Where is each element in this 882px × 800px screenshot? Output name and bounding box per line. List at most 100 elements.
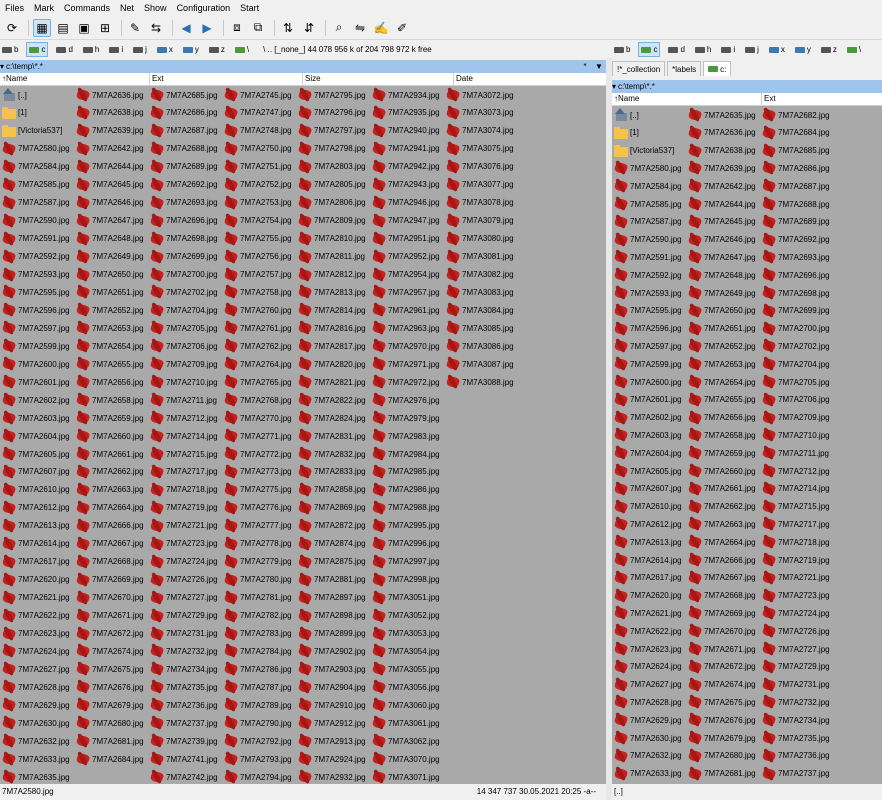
file-entry[interactable]: 7M7A2934.jpg: [372, 86, 440, 104]
file-entry[interactable]: 7M7A2617.jpg: [614, 569, 682, 587]
left-path-bar[interactable]: ▾ c:\temp\*.* * ▼: [0, 60, 606, 73]
file-entry[interactable]: 7M7A2705.jpg: [762, 373, 830, 391]
file-entry[interactable]: 7M7A2590.jpg: [614, 231, 682, 249]
filter-button[interactable]: *: [578, 62, 592, 71]
file-entry[interactable]: 7M7A2664.jpg: [76, 499, 144, 517]
file-entry[interactable]: 7M7A2650.jpg: [688, 302, 756, 320]
file-entry[interactable]: 7M7A2947.jpg: [372, 212, 440, 230]
file-entry[interactable]: 7M7A2620.jpg: [614, 587, 682, 605]
file-entry[interactable]: 7M7A2580.jpg: [2, 140, 70, 158]
file-entry[interactable]: 7M7A2674.jpg: [76, 642, 144, 660]
file-entry[interactable]: 7M7A2753.jpg: [224, 194, 292, 212]
header-name[interactable]: ↑Name: [612, 93, 762, 105]
file-entry[interactable]: 7M7A2635.jpg: [2, 768, 70, 784]
file-entry[interactable]: 7M7A2792.jpg: [224, 732, 292, 750]
file-entry[interactable]: 7M7A2710.jpg: [762, 426, 830, 444]
file-entry[interactable]: 7M7A2794.jpg: [224, 768, 292, 784]
file-entry[interactable]: 7M7A3081.jpg: [446, 248, 514, 266]
file-entry[interactable]: 7M7A2715.jpg: [762, 498, 830, 516]
file-entry[interactable]: 7M7A2632.jpg: [614, 747, 682, 765]
file-entry[interactable]: 7M7A2645.jpg: [76, 176, 144, 194]
file-entry[interactable]: 7M7A3053.jpg: [372, 625, 440, 643]
file-entry[interactable]: 7M7A2726.jpg: [762, 622, 830, 640]
file-entry[interactable]: 7M7A2731.jpg: [150, 625, 218, 643]
file-entry[interactable]: 7M7A2596.jpg: [2, 301, 70, 319]
file-entry[interactable]: 7M7A2696.jpg: [150, 212, 218, 230]
file-entry[interactable]: 7M7A2912.jpg: [298, 714, 366, 732]
file-entry[interactable]: 7M7A3084.jpg: [446, 301, 514, 319]
thumbnails-icon[interactable]: ▣: [75, 19, 93, 37]
file-entry[interactable]: 7M7A2714.jpg: [150, 427, 218, 445]
file-entry[interactable]: 7M7A2639.jpg: [76, 122, 144, 140]
search-icon[interactable]: ⌕: [330, 19, 348, 37]
file-entry[interactable]: 7M7A2735.jpg: [150, 678, 218, 696]
file-entry[interactable]: 7M7A2706.jpg: [150, 337, 218, 355]
file-entry[interactable]: 7M7A2680.jpg: [688, 747, 756, 765]
tree-icon[interactable]: ⊞: [96, 19, 114, 37]
file-entry[interactable]: 7M7A2781.jpg: [224, 589, 292, 607]
file-entry[interactable]: 7M7A2986.jpg: [372, 481, 440, 499]
file-entry[interactable]: 7M7A2679.jpg: [76, 696, 144, 714]
file-entry[interactable]: 7M7A2881.jpg: [298, 571, 366, 589]
file-entry[interactable]: 7M7A3071.jpg: [372, 768, 440, 784]
file-entry[interactable]: 7M7A2600.jpg: [2, 355, 70, 373]
drive-button-h[interactable]: h: [693, 42, 713, 57]
file-entry[interactable]: 7M7A2783.jpg: [224, 625, 292, 643]
file-entry[interactable]: 7M7A2645.jpg: [688, 213, 756, 231]
file-entry[interactable]: 7M7A2790.jpg: [224, 714, 292, 732]
file-entry[interactable]: 7M7A2602.jpg: [614, 409, 682, 427]
menu-start[interactable]: Start: [235, 0, 264, 16]
drive-button-x[interactable]: x: [767, 42, 787, 57]
file-entry[interactable]: 7M7A2676.jpg: [688, 711, 756, 729]
file-entry[interactable]: 7M7A2739.jpg: [150, 732, 218, 750]
file-entry[interactable]: 7M7A2647.jpg: [688, 248, 756, 266]
file-entry[interactable]: 7M7A2817.jpg: [298, 337, 366, 355]
file-entry[interactable]: 7M7A3051.jpg: [372, 589, 440, 607]
file-entry[interactable]: 7M7A2610.jpg: [2, 481, 70, 499]
file-entry[interactable]: 7M7A2747.jpg: [224, 104, 292, 122]
file-entry[interactable]: 7M7A3054.jpg: [372, 642, 440, 660]
file-entry[interactable]: 7M7A2680.jpg: [76, 714, 144, 732]
file-entry[interactable]: 7M7A2724.jpg: [150, 553, 218, 571]
file-entry[interactable]: 7M7A3085.jpg: [446, 319, 514, 337]
file-entry[interactable]: 7M7A2666.jpg: [688, 551, 756, 569]
file-entry[interactable]: 7M7A2614.jpg: [614, 551, 682, 569]
file-entry[interactable]: 7M7A2745.jpg: [224, 86, 292, 104]
file-entry[interactable]: 7M7A2872.jpg: [298, 517, 366, 535]
file-entry[interactable]: 7M7A2732.jpg: [762, 693, 830, 711]
file-entry[interactable]: 7M7A2793.jpg: [224, 750, 292, 768]
file-entry[interactable]: 7M7A2970.jpg: [372, 337, 440, 355]
file-entry[interactable]: 7M7A2932.jpg: [298, 768, 366, 784]
unpack-icon[interactable]: ⧉: [249, 19, 267, 37]
file-entry[interactable]: 7M7A2613.jpg: [2, 517, 70, 535]
file-entry[interactable]: 7M7A2874.jpg: [298, 535, 366, 553]
file-entry[interactable]: 7M7A2612.jpg: [614, 515, 682, 533]
drive-button-i[interactable]: i: [107, 42, 125, 57]
history-dropdown-button[interactable]: ▼: [592, 62, 606, 71]
file-entry[interactable]: 7M7A3056.jpg: [372, 678, 440, 696]
file-entry[interactable]: 7M7A2820.jpg: [298, 355, 366, 373]
file-entry[interactable]: 7M7A2729.jpg: [762, 658, 830, 676]
file-entry[interactable]: 7M7A2904.jpg: [298, 678, 366, 696]
file-entry[interactable]: 7M7A2674.jpg: [688, 676, 756, 694]
file-entry[interactable]: 7M7A2777.jpg: [224, 517, 292, 535]
file-entry[interactable]: 7M7A2899.jpg: [298, 625, 366, 643]
file-entry[interactable]: 7M7A2653.jpg: [76, 319, 144, 337]
file-entry[interactable]: 7M7A2656.jpg: [76, 373, 144, 391]
file-entry[interactable]: 7M7A2778.jpg: [224, 535, 292, 553]
file-entry[interactable]: 7M7A2971.jpg: [372, 355, 440, 373]
file-entry[interactable]: 7M7A2693.jpg: [150, 194, 218, 212]
file-entry[interactable]: 7M7A3073.jpg: [446, 104, 514, 122]
file-entry[interactable]: 7M7A2963.jpg: [372, 319, 440, 337]
file-entry[interactable]: 7M7A2952.jpg: [372, 248, 440, 266]
file-entry[interactable]: 7M7A2591.jpg: [2, 230, 70, 248]
file-entry[interactable]: 7M7A2603.jpg: [2, 409, 70, 427]
file-entry[interactable]: 7M7A2654.jpg: [76, 337, 144, 355]
file-entry[interactable]: 7M7A2712.jpg: [150, 409, 218, 427]
file-entry[interactable]: 7M7A2627.jpg: [614, 676, 682, 694]
file-entry[interactable]: 7M7A2751.jpg: [224, 158, 292, 176]
file-entry[interactable]: 7M7A2660.jpg: [76, 427, 144, 445]
file-entry[interactable]: 7M7A2699.jpg: [150, 248, 218, 266]
file-entry[interactable]: 7M7A2821.jpg: [298, 373, 366, 391]
file-entry[interactable]: 7M7A2672.jpg: [688, 658, 756, 676]
